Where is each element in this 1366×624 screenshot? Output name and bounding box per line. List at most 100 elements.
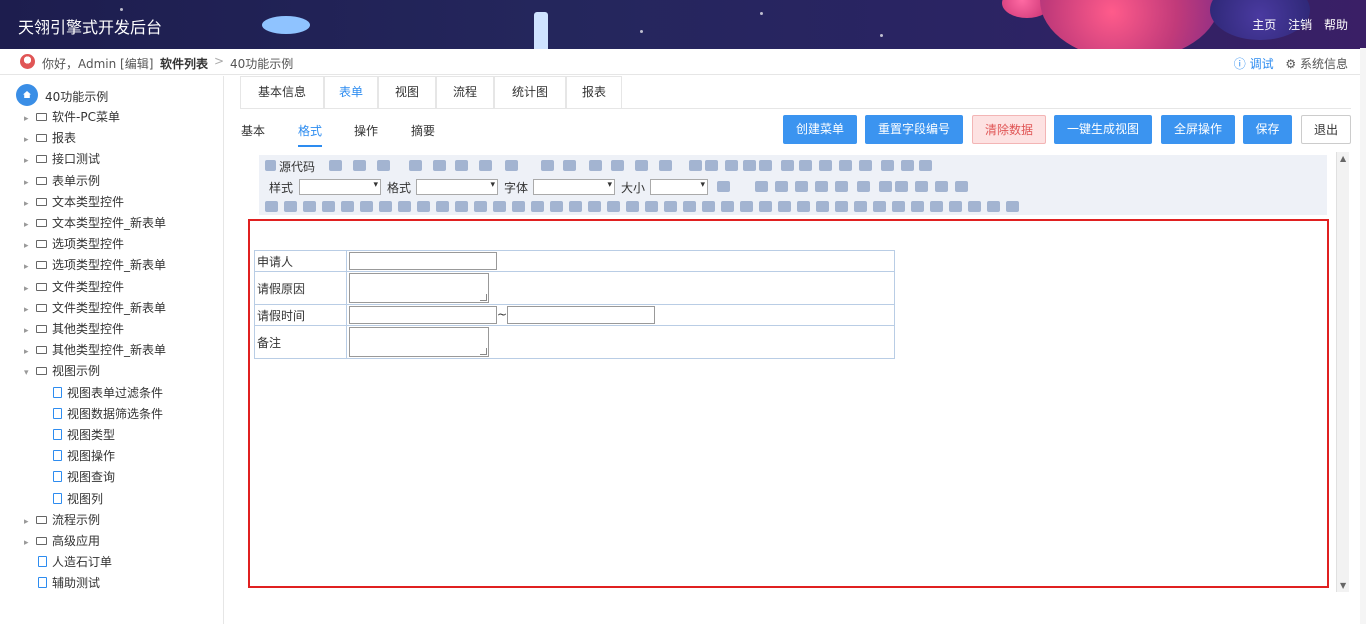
toolbar-button-icon[interactable] xyxy=(284,201,297,212)
toolbar-button-icon[interactable] xyxy=(721,201,734,212)
tree-item[interactable]: ▸ 文件类型控件 xyxy=(24,278,124,298)
style-select[interactable] xyxy=(299,179,381,195)
toolbar-button-icon[interactable] xyxy=(689,160,702,171)
applicant-input[interactable] xyxy=(349,252,497,270)
subtab-basic[interactable]: 基本 xyxy=(241,122,265,139)
toolbar-button-icon[interactable] xyxy=(799,160,812,171)
tree-item[interactable]: ▸ 流程示例 xyxy=(24,511,100,531)
toolbar-button-icon[interactable] xyxy=(322,201,335,212)
tree-item[interactable]: 视图表单过滤条件 xyxy=(53,384,163,404)
subtab-operation[interactable]: 操作 xyxy=(354,122,378,139)
tab-4[interactable]: 统计图 xyxy=(494,76,566,109)
source-code-button[interactable]: 源代码 xyxy=(279,158,315,175)
tree-item[interactable]: ▸ 文本类型控件 xyxy=(24,193,124,213)
breadcrumb-software-list[interactable]: 软件列表 xyxy=(160,55,208,72)
tree-item[interactable]: 视图列 xyxy=(53,490,103,510)
nav-home-link[interactable]: 主页 xyxy=(1252,18,1276,32)
tab-0[interactable]: 基本信息 xyxy=(240,76,324,109)
toolbar-button-icon[interactable] xyxy=(895,181,908,192)
toolbar-button-icon[interactable] xyxy=(879,181,892,192)
toolbar-button-icon[interactable] xyxy=(265,201,278,212)
toolbar-button-icon[interactable] xyxy=(795,181,808,192)
toolbar-button-icon[interactable] xyxy=(531,201,544,212)
toolbar-button-icon[interactable] xyxy=(493,201,506,212)
scroll-up-icon[interactable]: ▲ xyxy=(1340,154,1346,163)
toolbar-button-icon[interactable] xyxy=(664,201,677,212)
toolbar-button-icon[interactable] xyxy=(1006,201,1019,212)
size-select[interactable] xyxy=(650,179,708,195)
tree-item[interactable]: 辅助测试 xyxy=(38,574,100,594)
toolbar-button-icon[interactable] xyxy=(455,201,468,212)
toolbar-button-icon[interactable] xyxy=(743,160,756,171)
nav-help-link[interactable]: 帮助 xyxy=(1324,18,1348,32)
tree-item[interactable]: ▸ 高级应用 xyxy=(24,532,100,552)
chevron-right-icon[interactable]: ▸ xyxy=(24,305,36,315)
reset-field-number-button[interactable]: 重置字段编号 xyxy=(865,115,963,144)
fullscreen-button[interactable]: 全屏操作 xyxy=(1161,115,1235,144)
toolbar-button-icon[interactable] xyxy=(589,160,602,171)
tree-item[interactable]: ▸ 其他类型控件_新表单 xyxy=(24,341,166,361)
toolbar-button-icon[interactable] xyxy=(835,181,848,192)
chevron-right-icon[interactable]: ▸ xyxy=(24,178,36,188)
toolbar-button-icon[interactable] xyxy=(611,160,624,171)
toolbar-button-icon[interactable] xyxy=(717,181,730,192)
toolbar-button-icon[interactable] xyxy=(759,160,772,171)
toolbar-button-icon[interactable] xyxy=(702,201,715,212)
toolbar-button-icon[interactable] xyxy=(892,201,905,212)
tab-2[interactable]: 视图 xyxy=(378,76,436,109)
exit-button[interactable]: 退出 xyxy=(1301,115,1351,144)
toolbar-button-icon[interactable] xyxy=(930,201,943,212)
toolbar-button-icon[interactable] xyxy=(303,201,316,212)
toolbar-button-icon[interactable] xyxy=(705,160,718,171)
chevron-right-icon[interactable]: ▸ xyxy=(24,326,36,336)
toolbar-button-icon[interactable] xyxy=(778,201,791,212)
tab-3[interactable]: 流程 xyxy=(436,76,494,109)
toolbar-button-icon[interactable] xyxy=(409,160,422,171)
chevron-right-icon[interactable]: ▸ xyxy=(24,114,36,124)
toolbar-button-icon[interactable] xyxy=(755,181,768,192)
toolbar-button-icon[interactable] xyxy=(398,201,411,212)
format-select[interactable] xyxy=(416,179,498,195)
tree-item[interactable]: 视图类型 xyxy=(53,426,115,446)
toolbar-button-icon[interactable] xyxy=(645,201,658,212)
tree-item[interactable]: 视图查询 xyxy=(53,468,115,488)
tree-item[interactable]: ▸ 选项类型控件 xyxy=(24,235,124,255)
chevron-right-icon[interactable]: ▸ xyxy=(24,347,36,357)
chevron-right-icon[interactable]: ▸ xyxy=(24,241,36,251)
chevron-right-icon[interactable]: ▸ xyxy=(24,517,36,527)
user-greeting[interactable]: 你好，Admin [编辑] xyxy=(42,55,153,72)
toolbar-button-icon[interactable] xyxy=(835,201,848,212)
toolbar-button-icon[interactable] xyxy=(839,160,852,171)
toolbar-button-icon[interactable] xyxy=(329,160,342,171)
tree-item[interactable]: ▾ 视图示例 xyxy=(24,362,100,382)
toolbar-button-icon[interactable] xyxy=(881,160,894,171)
subtab-format[interactable]: 格式 xyxy=(298,122,322,139)
editor-content-area[interactable]: 申请人 请假原因 请假时间 ~ 备注 xyxy=(248,219,1329,588)
toolbar-button-icon[interactable] xyxy=(911,201,924,212)
page-scrollbar[interactable] xyxy=(1360,48,1366,624)
toolbar-button-icon[interactable] xyxy=(854,201,867,212)
toolbar-button-icon[interactable] xyxy=(873,201,886,212)
tree-item[interactable]: ▸ 软件-PC菜单 xyxy=(24,108,120,128)
toolbar-button-icon[interactable] xyxy=(635,160,648,171)
create-menu-button[interactable]: 创建菜单 xyxy=(783,115,857,144)
tree-item[interactable]: ▸ 表单示例 xyxy=(24,172,100,192)
chevron-right-icon[interactable]: ▸ xyxy=(24,538,36,548)
toolbar-button-icon[interactable] xyxy=(949,201,962,212)
toolbar-button-icon[interactable] xyxy=(987,201,1000,212)
tree-item[interactable]: 视图操作 xyxy=(53,447,115,467)
clear-data-button[interactable]: 清除数据 xyxy=(972,115,1046,144)
chevron-right-icon[interactable]: ▸ xyxy=(24,284,36,294)
toolbar-button-icon[interactable] xyxy=(474,201,487,212)
toolbar-button-icon[interactable] xyxy=(797,201,810,212)
chevron-right-icon[interactable]: ▸ xyxy=(24,135,36,145)
toolbar-button-icon[interactable] xyxy=(353,160,366,171)
toolbar-button-icon[interactable] xyxy=(968,201,981,212)
toolbar-button-icon[interactable] xyxy=(915,181,928,192)
toolbar-button-icon[interactable] xyxy=(919,160,932,171)
toolbar-button-icon[interactable] xyxy=(433,160,446,171)
scroll-down-icon[interactable]: ▼ xyxy=(1340,581,1346,590)
tree-item[interactable]: ▸ 报表 xyxy=(24,129,76,149)
toolbar-button-icon[interactable] xyxy=(781,160,794,171)
toolbar-button-icon[interactable] xyxy=(935,181,948,192)
